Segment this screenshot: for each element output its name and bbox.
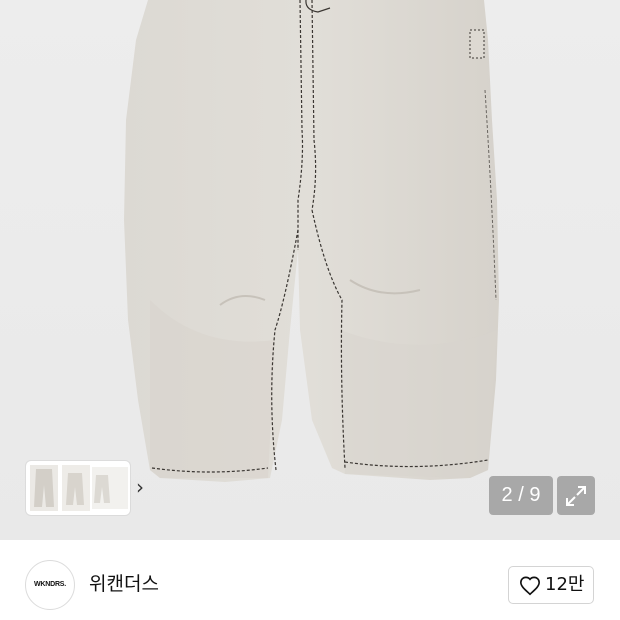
product-photo xyxy=(0,0,620,540)
thumbnail-images xyxy=(30,465,128,511)
heart-icon xyxy=(520,576,540,596)
brand-logo[interactable]: WKNDRS. xyxy=(25,560,75,610)
like-button[interactable]: 12만 xyxy=(508,566,594,604)
brand-name[interactable]: 위캔더스 xyxy=(89,570,159,598)
expand-button[interactable] xyxy=(557,476,595,515)
chevron-right-icon: › xyxy=(136,475,144,499)
thumbnail-strip[interactable]: › xyxy=(26,461,144,515)
expand-icon xyxy=(566,486,586,506)
like-count: 12만 xyxy=(545,574,585,595)
brand-logo-text: WKNDRS. xyxy=(33,581,67,588)
product-image-gallery[interactable]: › 2 / 9 xyxy=(0,0,620,540)
image-counter: 2 / 9 xyxy=(489,476,553,515)
